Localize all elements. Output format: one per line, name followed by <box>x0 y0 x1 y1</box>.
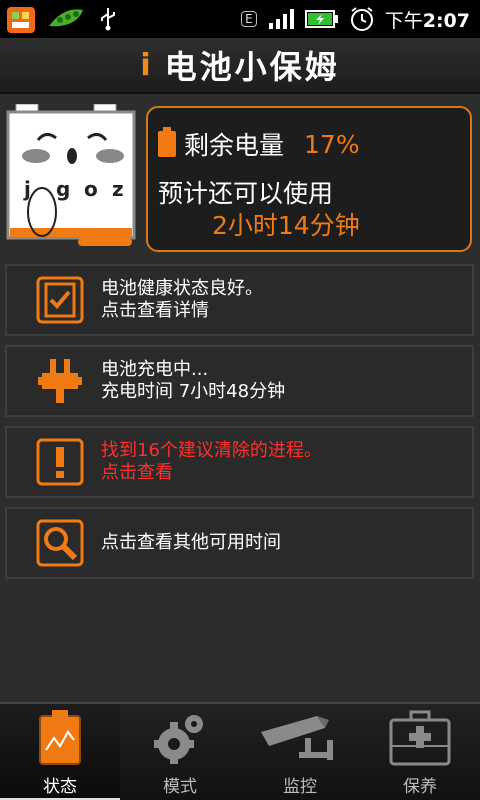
info-icon[interactable]: i <box>140 48 150 83</box>
status-time: 下午2:07 <box>384 9 470 32</box>
tab-label: 状态 <box>43 777 77 797</box>
usage-time: 2小时14分钟 <box>212 211 360 240</box>
gear-icon <box>154 715 203 764</box>
row-line1: 电池充电中... <box>101 359 209 380</box>
tab-label: 监控 <box>283 777 317 797</box>
page-title: 电池小保姆 <box>164 48 340 86</box>
magnifier-icon <box>36 519 84 567</box>
status-battery-icon <box>39 710 81 765</box>
app-header: i 电池小保姆 <box>0 38 480 94</box>
mascot-letter-z: z <box>112 177 124 201</box>
remaining-percent: 17% <box>304 129 360 159</box>
checklist-icon <box>36 276 84 324</box>
pea-icon <box>49 9 83 27</box>
tab-monitor[interactable]: 监控 <box>240 704 360 800</box>
row-line1: 电池健康状态良好。 <box>101 278 263 299</box>
signal-icon <box>268 9 294 29</box>
row-line1: 找到16个建议清除的进程。 <box>101 440 322 461</box>
tab-bar: 状态 模式 监控 保养 <box>0 702 480 800</box>
usb-icon <box>101 8 115 31</box>
row-line1: 点击查看其他可用时间 <box>101 532 281 553</box>
usage-label: 预计还可以使用 <box>158 179 334 208</box>
status-bar: E 下午2:07 <box>0 0 480 38</box>
mascot-letter-j: j <box>23 177 31 201</box>
tab-status[interactable]: 状态 <box>0 704 120 800</box>
battery-summary-card[interactable]: 剩余电量 17% 预计还可以使用 2小时14分钟 <box>146 106 472 252</box>
other-times-row[interactable]: 点击查看其他可用时间 <box>5 507 474 579</box>
tab-label: 保养 <box>403 777 437 797</box>
battery-mascot-illustration: j g o z <box>6 104 136 246</box>
app-icon <box>7 7 35 33</box>
charging-row[interactable]: 电池充电中... 充电时间 7小时48分钟 <box>5 345 474 417</box>
alarm-icon <box>350 7 373 31</box>
battery-health-row[interactable]: 电池健康状态良好。 点击查看详情 <box>5 264 474 336</box>
row-line2: 充电时间 7小时48分钟 <box>101 381 286 402</box>
row-line2: 点击查看 <box>101 462 173 483</box>
tab-label: 模式 <box>163 777 197 797</box>
first-aid-icon <box>389 710 451 766</box>
mascot-letter-o: o <box>84 177 98 201</box>
remaining-label: 剩余电量 <box>184 131 285 160</box>
battery-level-icon <box>158 127 176 157</box>
screen: E 下午2:07 i 电池小保姆 j g o z 剩余电量 17% 预计还可以使… <box>0 0 480 800</box>
remaining-row: 剩余电量 17% <box>158 126 360 162</box>
tab-mode[interactable]: 模式 <box>120 704 240 800</box>
network-type-badge: E <box>241 11 257 27</box>
battery-charging-icon <box>304 10 338 28</box>
tab-maintenance[interactable]: 保养 <box>360 704 480 800</box>
camera-icon <box>261 716 333 760</box>
row-line2: 点击查看详情 <box>101 300 209 321</box>
mascot-letter-g: g <box>56 177 70 201</box>
warning-icon <box>36 438 84 486</box>
plug-icon <box>38 359 82 403</box>
processes-row[interactable]: 找到16个建议清除的进程。 点击查看 <box>5 426 474 498</box>
